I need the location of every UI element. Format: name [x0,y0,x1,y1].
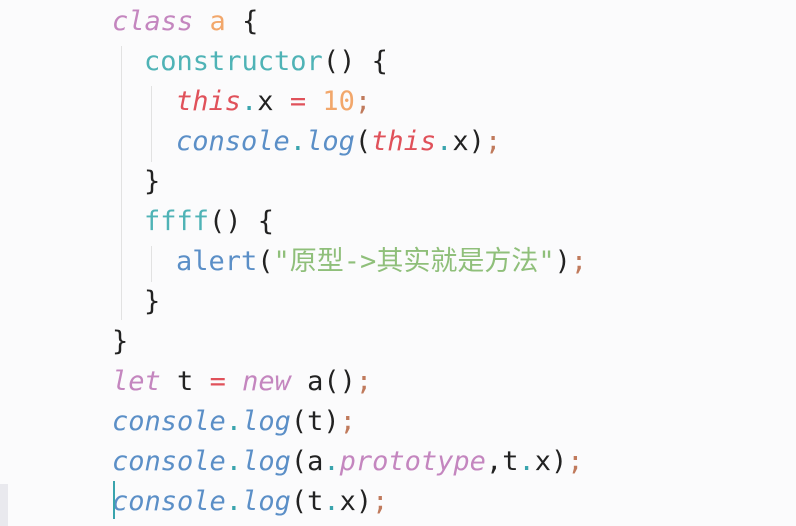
call-args: (t) [290,406,340,437]
code-line[interactable]: ffff() { [144,202,274,242]
prototype-property: prototype [339,446,486,477]
brace-open: { [225,6,259,37]
dot: . [518,446,535,477]
code-line[interactable]: let t = new a(); [112,362,372,402]
brace-close: } [112,326,129,357]
dot: . [323,446,340,477]
keyword-this: this [176,86,242,117]
paren-open: ( [257,246,274,277]
property-x: x [452,126,469,157]
call-args: x) [339,486,373,517]
keyword-new: new [242,366,291,397]
code-line[interactable]: } [144,282,160,322]
alert-call: alert [176,246,258,277]
gutter-marker [0,484,8,526]
call-args: ,t [485,446,519,477]
code-line[interactable]: } [112,322,128,362]
property-x: x [257,86,274,117]
assign-operator: = [209,366,226,397]
string-literal: "原型->其实就是方法" [273,246,555,277]
dot: . [436,126,453,157]
console-object: console [112,486,226,517]
semicolon: ; [372,486,389,517]
dot: . [323,486,340,517]
brace-close: } [144,286,161,317]
code-line[interactable]: class a { [112,2,258,42]
constructor-name: constructor [144,46,323,77]
constructor-call: a() [290,366,356,397]
semicolon: ; [484,126,502,157]
brace-close: } [144,166,161,197]
dot: . [241,86,258,117]
assign-operator: = [289,86,307,117]
code-line[interactable]: console.log(t); [112,402,356,442]
code-line[interactable]: console.log(this.x); [176,122,501,162]
semicolon: ; [339,406,356,437]
parens-brace: () { [209,206,275,237]
keyword-class: class [112,6,194,37]
keyword-let: let [112,366,161,397]
code-line[interactable]: } [144,162,160,202]
indent-guide [151,86,152,162]
console-object: console [176,126,290,157]
code-line[interactable]: this.x = 10; [176,82,371,122]
number-literal: 10 [322,86,355,117]
code-line[interactable]: alert("原型->其实就是方法"); [176,242,587,282]
code-line[interactable]: console.log(t.x); [112,482,388,522]
console-object: console [112,446,226,477]
code-line[interactable]: constructor() { [144,42,388,82]
indent-guide [151,246,152,282]
semicolon: ; [354,86,372,117]
paren-close: ) [554,246,571,277]
log-method: log [306,126,355,157]
dot: . [225,406,243,437]
method-name: ffff [144,206,210,237]
call-args: (a [290,446,324,477]
dot: . [225,446,243,477]
keyword-this: this [371,126,437,157]
dot: . [289,126,307,157]
paren-close: ) [468,126,485,157]
semicolon: ; [355,366,373,397]
call-args: (t [290,486,324,517]
parens-brace: () { [322,46,388,77]
text-cursor [113,481,115,519]
code-line[interactable]: console.log(a.prototype,t.x); [112,442,584,482]
log-method: log [242,446,291,477]
variable-t: t [160,366,210,397]
dot: . [225,486,243,517]
call-args: x) [534,446,568,477]
class-name: a [209,6,226,37]
code-editor[interactable]: class a {constructor() {this.x = 10; cons… [0,0,796,526]
console-object: console [112,406,226,437]
semicolon: ; [570,246,588,277]
indent-guide [121,46,122,320]
log-method: log [242,486,291,517]
semicolon: ; [567,446,584,477]
paren-open: ( [354,126,372,157]
log-method: log [242,406,291,437]
